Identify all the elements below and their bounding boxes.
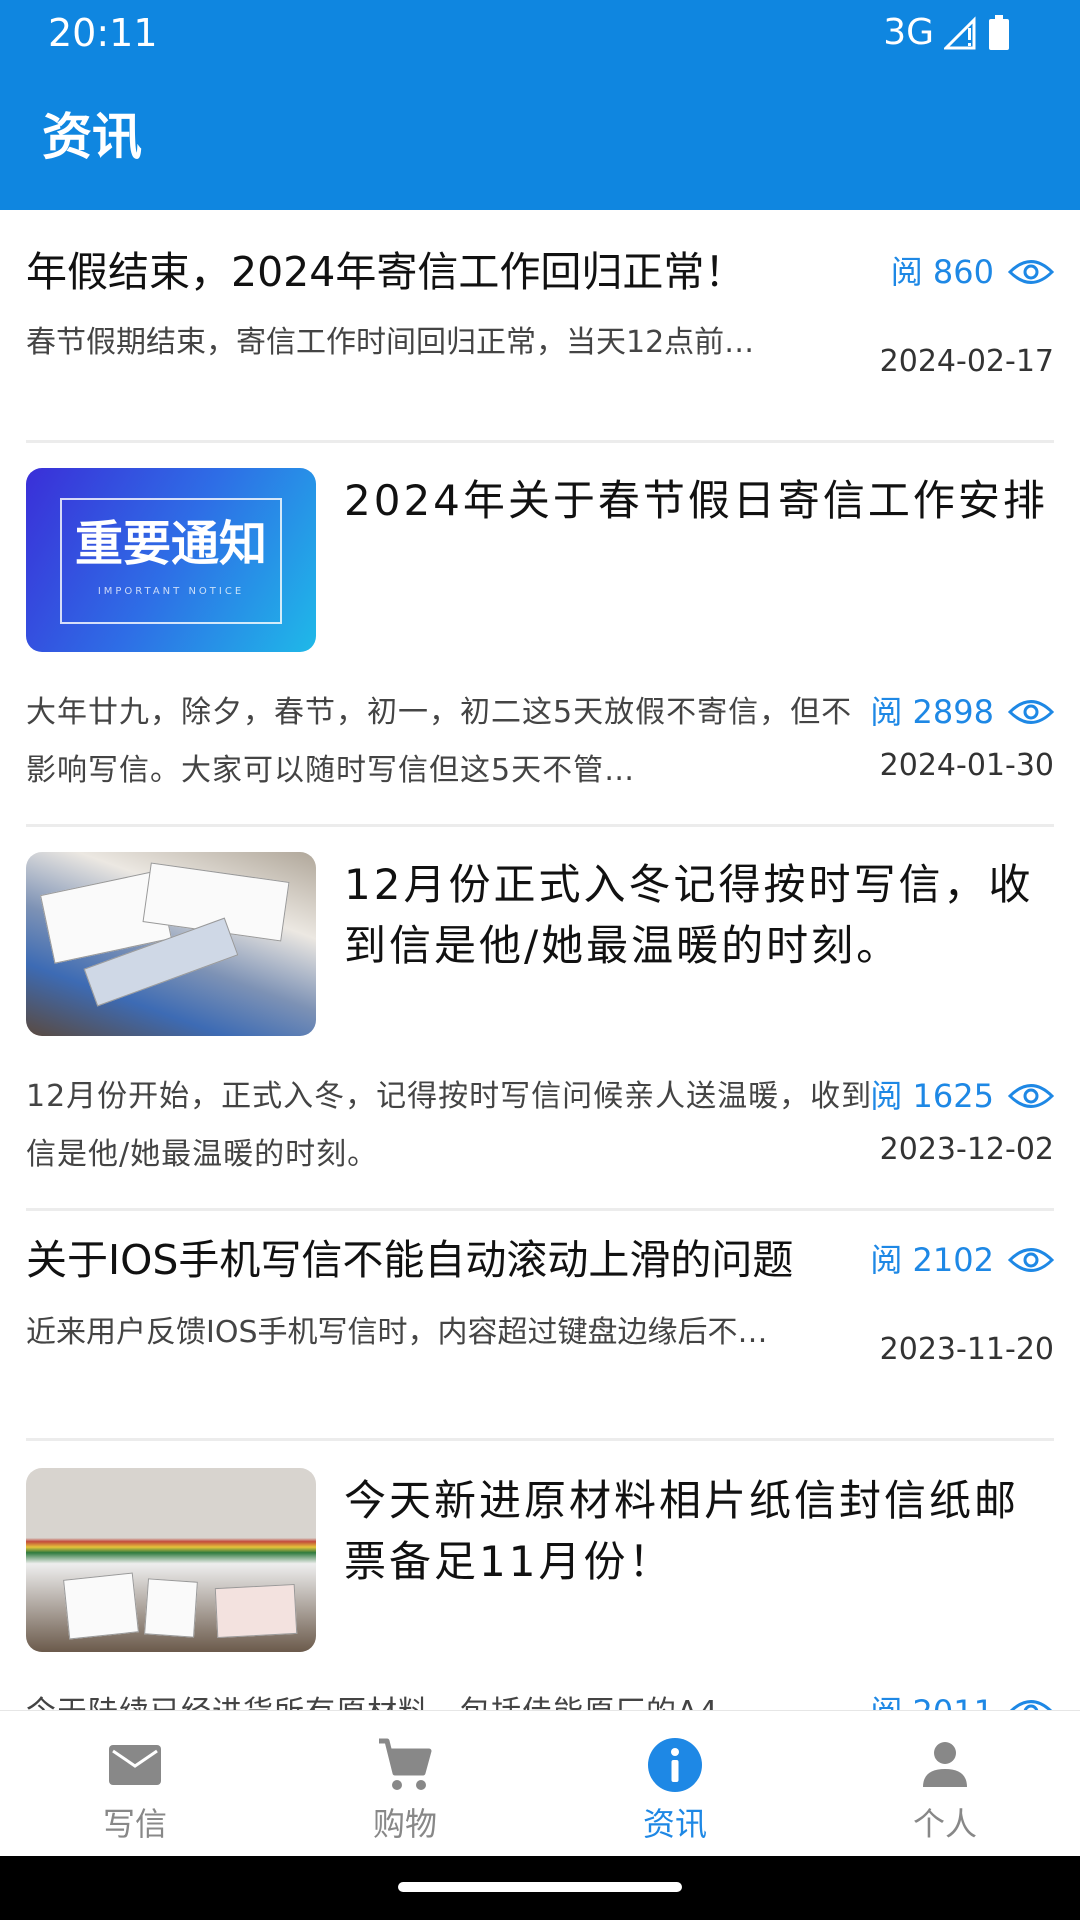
eye-icon — [1010, 1700, 1052, 1710]
page-title: 资讯 — [42, 108, 142, 166]
read-count: 阅 1625 — [870, 1074, 1054, 1118]
stamps-sheet — [214, 1583, 298, 1639]
mail-icon — [109, 1745, 161, 1785]
read-count-text: 阅 2102 — [870, 1241, 994, 1279]
cart-icon — [379, 1738, 432, 1790]
info-icon — [648, 1738, 702, 1792]
status-indicators: 3G — [883, 10, 1010, 56]
eye-icon — [1008, 1248, 1054, 1272]
news-summary: 今天陆续已经进货所有原材料，包括佳能原厂的A4 — [26, 1684, 876, 1710]
news-title: 关于IOS手机写信不能自动滚动上滑的问题 — [26, 1236, 794, 1284]
news-date: 2023-11-20 — [879, 1332, 1054, 1367]
news-list[interactable]: 年假结束，2024年寄信工作回归正常！ 春节假期结束，寄信工作时间回归正常，当天… — [0, 210, 1080, 1710]
read-count-text: 阅 2898 — [870, 693, 994, 731]
read-count-text: 阅 860 — [890, 253, 994, 291]
news-title: 年假结束，2024年寄信工作回归正常！ — [26, 248, 746, 296]
news-title: 今天新进原材料相片纸信封信纸邮票备足11月份！ — [344, 1476, 1020, 1586]
person-icon — [923, 1742, 967, 1787]
read-count: 阅 860 — [880, 250, 1054, 294]
divider — [26, 824, 1054, 827]
news-summary: 大年廿九，除夕，春节，初一，初二这5天放假不寄信，但不影响写信。大家可以随时写信… — [26, 695, 853, 788]
network-type: 3G — [883, 12, 934, 53]
battery-icon — [989, 15, 1009, 50]
news-meta: 阅 860 2024-02-17 — [880, 250, 1054, 382]
app-bar: 资讯 — [0, 66, 1080, 210]
nav-label: 资讯 — [642, 1805, 707, 1843]
read-count: 阅 2102 — [870, 1238, 1054, 1282]
news-item[interactable]: 年假结束，2024年寄信工作回归正常！ 春节假期结束，寄信工作时间回归正常，当天… — [26, 244, 1054, 379]
news-item[interactable]: 12月份正式入冬记得按时写信，收到信是他/她最温暖的时刻。 12月份开始，正式入… — [26, 852, 1054, 1192]
news-thumbnail — [26, 852, 316, 1036]
news-title: 12月份正式入冬记得按时写信，收到信是他/她最温暖的时刻。 — [344, 860, 1034, 970]
nav-label: 写信 — [102, 1805, 167, 1843]
news-meta: 阅 1625 2023-12-02 — [870, 1074, 1054, 1170]
paper-slip — [63, 1572, 139, 1640]
eye-icon — [1008, 1084, 1054, 1108]
read-count-text: 阅 2011 — [870, 1690, 994, 1710]
news-meta: 阅 2011 — [870, 1690, 1054, 1710]
news-item[interactable]: 关于IOS手机写信不能自动滚动上滑的问题 近来用户反馈IOS手机写信时，内容超过… — [26, 1232, 1054, 1367]
bottom-nav: 写信 购物 资讯 个人 — [0, 1710, 1080, 1856]
news-thumbnail — [26, 1468, 316, 1652]
status-time: 20:11 — [48, 11, 158, 55]
nav-item-write[interactable]: 写信 — [0, 1711, 270, 1857]
news-item[interactable]: 重要通知 IMPORTANT NOTICE 2024年关于春节假日寄信工作安排 … — [26, 468, 1054, 808]
read-count: 阅 2898 — [870, 690, 1054, 734]
news-item[interactable]: 今天新进原材料相片纸信封信纸邮票备足11月份！ 今天陆续已经进货所有原材料，包括… — [26, 1468, 1054, 1710]
nav-item-profile[interactable]: 个人 — [810, 1711, 1080, 1857]
thumbnail-subtitle: IMPORTANT NOTICE — [97, 586, 245, 597]
home-gesture-handle[interactable] — [398, 1882, 682, 1892]
news-thumbnail: 重要通知 IMPORTANT NOTICE — [26, 468, 316, 652]
news-title: 2024年关于春节假日寄信工作安排 — [344, 476, 1048, 525]
news-date: 2024-02-17 — [879, 344, 1054, 379]
news-meta: 阅 2898 2024-01-30 — [870, 690, 1054, 786]
news-date: 2024-01-30 — [879, 748, 1054, 783]
news-date: 2023-12-02 — [879, 1132, 1054, 1167]
news-summary: 近来用户反馈IOS手机写信时，内容超过键盘边缘后不… — [26, 1315, 768, 1350]
divider — [26, 440, 1054, 443]
app-root: 20:11 3G 资讯 年假结束，2024年寄信工作回归正常！ 春节假期结束，寄… — [0, 0, 1080, 1920]
divider — [26, 1208, 1054, 1211]
paper-slip — [144, 1578, 198, 1638]
nav-item-news[interactable]: 资讯 — [540, 1711, 810, 1857]
eye-icon — [1008, 700, 1054, 724]
nav-label: 购物 — [372, 1805, 437, 1843]
thumbnail-title: 重要通知 — [74, 516, 267, 572]
news-summary: 春节假期结束，寄信工作时间回归正常，当天12点前… — [26, 325, 755, 360]
nav-label: 个人 — [912, 1805, 977, 1843]
news-summary: 12月份开始，正式入冬，记得按时写信问候亲人送温暖，收到信是他/她最温暖的时刻。 — [26, 1079, 873, 1172]
news-meta: 阅 2102 2023-11-20 — [870, 1238, 1054, 1370]
read-count: 阅 2011 — [870, 1690, 1054, 1710]
system-nav-bar — [0, 1856, 1080, 1920]
status-bar: 20:11 3G — [0, 0, 1080, 66]
nav-item-shop[interactable]: 购物 — [270, 1711, 540, 1857]
divider — [26, 1438, 1054, 1441]
eye-icon — [1008, 260, 1054, 284]
read-count-text: 阅 1625 — [870, 1077, 994, 1115]
signal-icon — [944, 16, 976, 50]
